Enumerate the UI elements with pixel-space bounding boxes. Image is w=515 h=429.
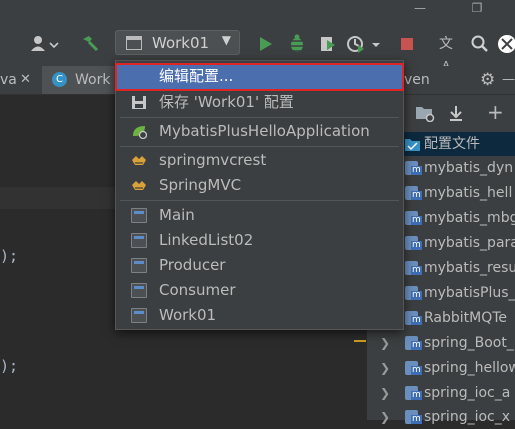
tab-partial-right[interactable]: ven: [404, 66, 430, 94]
tree-item-label: 配置文件: [424, 136, 480, 152]
code-fragment: );: [0, 247, 19, 265]
tree-item-label: mybatis_hell: [424, 185, 513, 201]
tree-item-label: mybatis_para: [424, 235, 515, 251]
debug-icon[interactable]: [287, 34, 307, 54]
menu-item-label: Consumer: [159, 281, 236, 299]
menu-item-label: MybatisPlusHelloApplication: [159, 122, 370, 140]
tree-item-label: mybatis_resu: [424, 260, 515, 276]
menu-separator: [120, 117, 399, 118]
save-configuration-item[interactable]: 保存 'Work01' 配置: [116, 90, 403, 115]
tree-item-label: mybatis_dyn: [424, 160, 514, 176]
module-icon: [405, 361, 422, 375]
tree-item-module[interactable]: ❯ spring_ioc_x: [367, 405, 515, 429]
ide-logo-icon[interactable]: [497, 34, 515, 54]
menu-item-label: 保存 'Work01' 配置: [159, 93, 294, 111]
tree-item-label: spring_hellow: [424, 360, 515, 376]
tree-item-module[interactable]: ❯ spring_hellow: [367, 356, 515, 380]
spring-boot-config-item[interactable]: MybatisPlusHelloApplication: [116, 119, 403, 144]
run-config-label: Work01: [152, 34, 210, 52]
tree-item-label: mybatisPlus_: [424, 285, 515, 301]
module-icon: [405, 161, 422, 175]
coverage-icon[interactable]: [318, 34, 338, 54]
application-icon: [131, 283, 147, 298]
run-icon[interactable]: [255, 34, 275, 54]
module-icon: [405, 336, 422, 350]
config-folder-icon: [405, 136, 420, 151]
run-config-dropdown: 编辑配置... 保存 'Work01' 配置 MybatisPlusHelloA…: [115, 60, 404, 330]
menu-separator: [120, 200, 399, 201]
tree-item-label: mybatis_mbg: [424, 210, 515, 226]
application-icon: [131, 308, 147, 323]
folder-settings-icon[interactable]: [415, 104, 435, 126]
stop-icon[interactable]: [397, 34, 417, 54]
module-icon: [405, 286, 422, 300]
module-icon: [405, 211, 422, 225]
application-config-item[interactable]: Consumer: [116, 278, 403, 303]
menu-item-label: 编辑配置...: [159, 67, 234, 85]
menu-separator: [120, 146, 399, 147]
application-icon: [131, 258, 147, 273]
module-icon: [405, 186, 422, 200]
menu-item-label: SpringMVC: [159, 176, 242, 194]
tomcat-icon: [132, 181, 146, 190]
menu-item-label: Producer: [159, 256, 226, 274]
tree-item-label: spring_Boot_: [424, 335, 514, 351]
plus-icon[interactable]: +: [487, 100, 504, 124]
edit-configurations-item[interactable]: 编辑配置...: [115, 63, 404, 91]
tree-item-label: RabbitMQTe: [424, 310, 508, 326]
spring-boot-icon: [133, 126, 147, 139]
close-icon[interactable]: ✕: [20, 66, 31, 94]
tree-item-label: spring_ioc_a: [424, 385, 511, 401]
application-icon: [131, 208, 147, 223]
tomcat-icon: [132, 156, 146, 165]
minimize-icon[interactable]: —: [405, 0, 435, 18]
chevron-down-icon: ▼: [221, 33, 231, 47]
chevron-right-icon[interactable]: ❯: [380, 405, 390, 429]
application-icon: [131, 233, 147, 248]
build-hammer-icon[interactable]: [80, 34, 100, 54]
user-icon[interactable]: [28, 34, 62, 54]
application-config-item[interactable]: LinkedList02: [116, 228, 403, 253]
chevron-right-icon[interactable]: ❯: [380, 356, 390, 380]
menu-item-label: Main: [159, 206, 195, 224]
translate-icon[interactable]: 文A: [436, 34, 456, 71]
class-c-icon: C: [52, 72, 67, 87]
tree-item-label: spring_ioc_x: [424, 409, 511, 425]
profile-icon[interactable]: [346, 34, 382, 54]
application-config-icon: [126, 36, 142, 50]
application-config-item[interactable]: Producer: [116, 253, 403, 278]
module-icon: [405, 410, 422, 424]
tomcat-config-item[interactable]: SpringMVC: [116, 173, 403, 198]
window-title-bar: — ❐: [0, 0, 515, 22]
restore-icon[interactable]: ❐: [462, 0, 492, 18]
menu-item-label: springmvcrest: [159, 151, 267, 169]
module-icon: [405, 261, 422, 275]
gear-icon[interactable]: ⚙: [480, 66, 495, 94]
tree-item-module[interactable]: ❯ spring_Boot_: [367, 331, 515, 355]
tab-active-label: Work: [75, 72, 111, 88]
code-fragment: );: [0, 357, 19, 375]
menu-item-label: LinkedList02: [159, 231, 254, 249]
application-config-item[interactable]: Main: [116, 203, 403, 228]
module-icon: [405, 311, 422, 325]
run-configuration-selector[interactable]: Work01 ▼: [115, 30, 240, 55]
module-icon: [405, 386, 422, 400]
save-icon: [132, 96, 146, 109]
chevron-right-icon[interactable]: ❯: [380, 381, 390, 405]
chevron-right-icon[interactable]: ❯: [380, 331, 390, 355]
download-icon[interactable]: [447, 104, 465, 126]
application-config-item[interactable]: Work01: [116, 303, 403, 328]
search-icon[interactable]: [470, 34, 490, 54]
tomcat-config-item[interactable]: springmvcrest: [116, 148, 403, 173]
menu-item-label: Work01: [159, 306, 217, 324]
tree-item-module[interactable]: ❯ spring_ioc_a: [367, 381, 515, 405]
minus-icon[interactable]: —: [502, 66, 515, 94]
module-icon: [405, 236, 422, 250]
tab-partial-left[interactable]: va: [0, 66, 17, 94]
warning-marker[interactable]: [354, 340, 366, 342]
tab-active[interactable]: C Work: [42, 66, 116, 94]
